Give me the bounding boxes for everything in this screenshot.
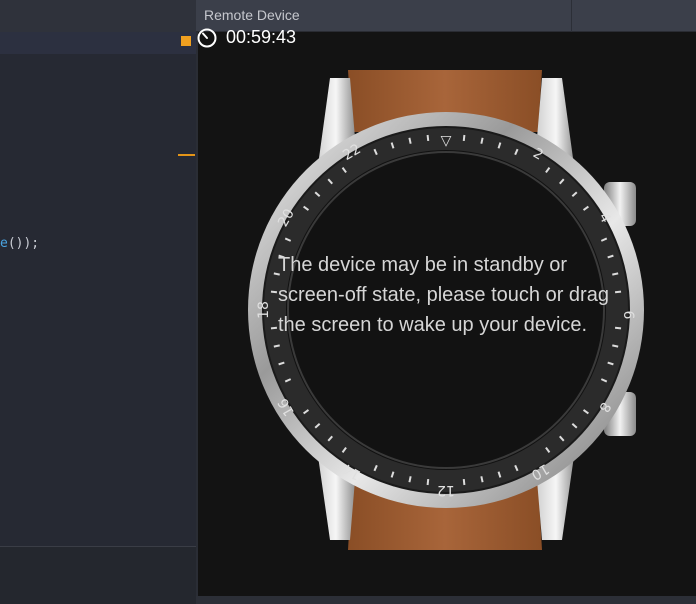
bezel-tick xyxy=(426,134,430,142)
bezel-tick xyxy=(270,326,278,330)
editor-tab-bar xyxy=(0,0,196,32)
bezel-tick xyxy=(480,137,484,144)
panel-bottom-bar xyxy=(196,596,696,604)
scroll-marker xyxy=(178,154,195,156)
bezel-number: 6 xyxy=(620,311,636,320)
code-function-token: e xyxy=(0,236,8,251)
header-divider xyxy=(571,0,572,32)
code-line[interactable]: e()); xyxy=(0,236,39,251)
bezel-number: ▽ xyxy=(441,133,452,149)
bezel-tick xyxy=(270,290,278,294)
wake-up-message: The device may be in standby or screen-o… xyxy=(278,254,609,336)
code-editor-pane[interactable]: e()); xyxy=(0,0,196,604)
bezel-number: 12 xyxy=(437,482,455,498)
bezel-number: 18 xyxy=(256,301,272,319)
panel-title: Remote Device xyxy=(204,7,300,23)
bezel-tick xyxy=(408,137,412,144)
editor-bottom-panel xyxy=(0,547,196,604)
current-line-highlight xyxy=(0,32,196,54)
bezel-tick xyxy=(480,476,484,483)
bezel-tick xyxy=(612,344,619,348)
bezel-tick xyxy=(462,478,466,486)
bezel-tick xyxy=(273,344,280,348)
panel-border xyxy=(196,32,198,604)
timer-value: 00:59:43 xyxy=(226,27,297,47)
bezel-tick xyxy=(408,476,412,483)
bezel-tick xyxy=(426,478,430,486)
modified-marker xyxy=(181,36,191,46)
bezel-tick xyxy=(462,134,466,142)
clock-icon xyxy=(196,27,218,54)
code-punctuation: ()); xyxy=(7,236,40,251)
